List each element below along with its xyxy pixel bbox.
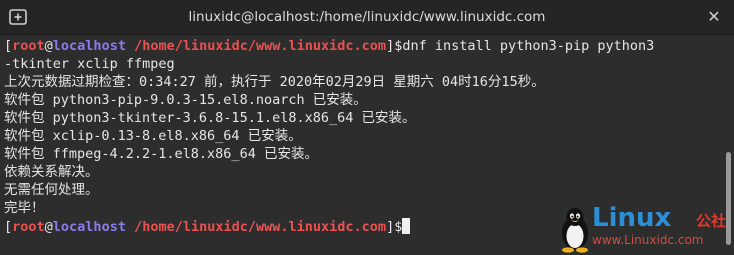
title-bar: linuxidc@localhost:/home/linuxidc/www.li…: [0, 0, 734, 35]
prompt-path: /home/linuxidc/www.linuxidc.com: [134, 38, 387, 54]
watermark-brand: Linux: [592, 203, 672, 233]
command-line-wrap: -tkinter xclip ffmpeg: [4, 56, 175, 72]
window-title: linuxidc@localhost:/home/linuxidc/www.li…: [188, 9, 546, 25]
prompt-line[interactable]: [root@localhost /home/linuxidc/www.linux…: [4, 218, 411, 236]
close-icon[interactable]: ✕: [704, 7, 724, 27]
command-line: [root@localhost /home/linuxidc/www.linux…: [4, 38, 655, 54]
tux-penguin-icon: [562, 208, 588, 253]
prompt-user: root: [12, 38, 45, 54]
watermark-brand-cn: 公社: [696, 212, 727, 230]
output-line: 软件包 xclip-0.13-8.el8.x86_64 已安装。: [4, 128, 302, 144]
prompt-path: /home/linuxidc/www.linuxidc.com: [134, 219, 387, 235]
watermark-logo: Linux 公社 www.Linuxidc.com: [558, 203, 732, 255]
output-line: 软件包 ffmpeg-4.2.2-1.el8.x86_64 已安装。: [4, 146, 318, 162]
output-line: 软件包 python3-pip-9.0.3-15.el8.noarch 已安装。: [4, 92, 367, 108]
prompt-host: localhost: [52, 219, 126, 235]
prompt-user: root: [12, 219, 45, 235]
output-line: 依赖关系解决。: [4, 164, 99, 180]
output-line: 无需任何处理。: [4, 182, 99, 198]
prompt-host: localhost: [52, 38, 126, 54]
command-text: dnf install python3-pip python3: [402, 38, 655, 54]
terminal-window: linuxidc@localhost:/home/linuxidc/www.li…: [0, 0, 734, 255]
output-line: 软件包 python3-tkinter-3.6.8-15.1.el8.x86_6…: [4, 110, 416, 126]
output-line: 完毕！: [4, 200, 45, 216]
watermark-url: www.Linuxidc.com: [592, 233, 704, 247]
text-cursor: [402, 218, 411, 234]
output-line: 上次元数据过期检查：0:34:27 前，执行于 2020年02月29日 星期六 …: [4, 74, 545, 90]
